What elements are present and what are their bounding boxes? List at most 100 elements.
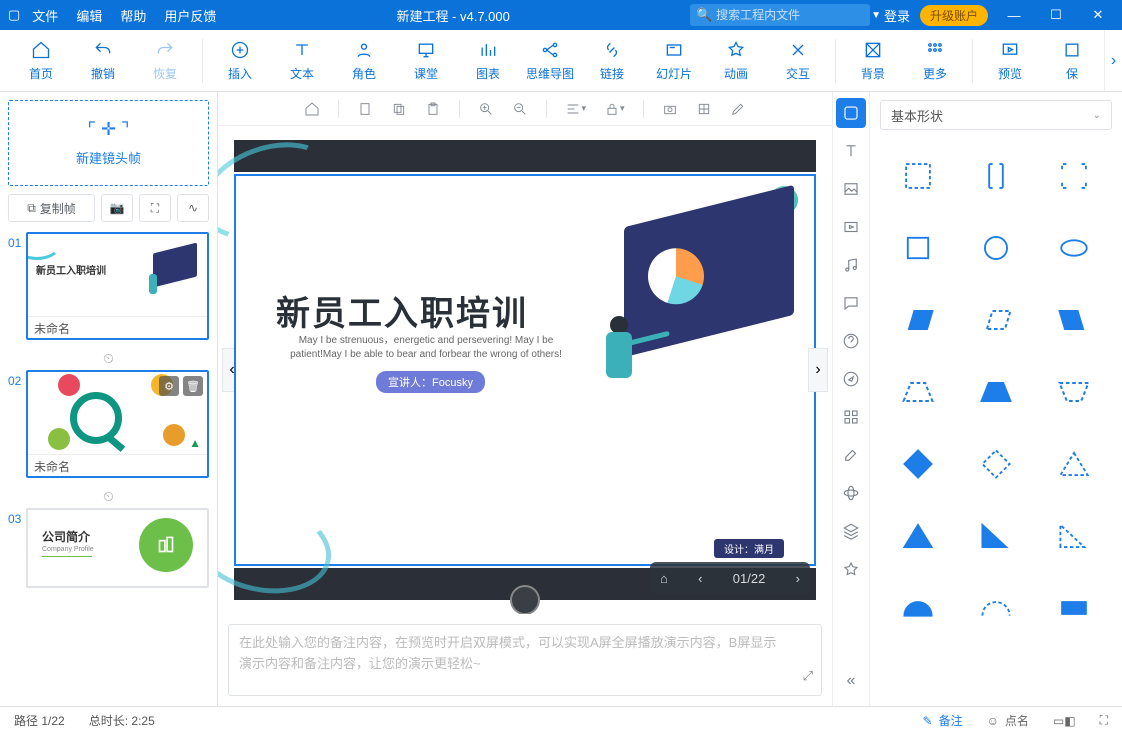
ribbon-scroll-right[interactable]: › xyxy=(1104,30,1122,91)
ribbon-save[interactable]: 保 xyxy=(1041,39,1103,82)
slide-thumb-1[interactable]: 新员工入职培训 未命名 xyxy=(26,232,209,340)
ribbon-slide[interactable]: 幻灯片 xyxy=(643,39,705,82)
shape-right-triangle[interactable] xyxy=(964,514,1028,558)
rail-help[interactable] xyxy=(836,326,866,356)
copy-icon[interactable] xyxy=(391,101,407,117)
slide-thumb-2[interactable]: ▲ ⚙ 🗑 未命名 xyxy=(26,370,209,478)
copy-frame-button[interactable]: ⧉复制帧 xyxy=(8,194,95,222)
shape-corners[interactable] xyxy=(1042,154,1106,198)
zoom-in-icon[interactable] xyxy=(478,101,494,117)
ribbon-home[interactable]: 首页 xyxy=(10,39,72,82)
thumb-delete-icon[interactable]: 🗑 xyxy=(183,376,203,396)
rail-video[interactable] xyxy=(836,212,866,242)
path-button[interactable]: ∿ xyxy=(177,194,209,222)
ribbon-more[interactable]: 更多 xyxy=(904,39,966,82)
rail-text[interactable] xyxy=(836,136,866,166)
ribbon-background[interactable]: 背景 xyxy=(842,39,904,82)
minimize-button[interactable]: — xyxy=(998,8,1030,23)
rail-image[interactable] xyxy=(836,174,866,204)
fit-button[interactable]: ⛶ xyxy=(139,194,171,222)
menu-help[interactable]: 帮助 xyxy=(120,6,146,25)
slide-subtitle[interactable]: May I be strenuous，energetic and perseve… xyxy=(286,334,566,362)
thumb-settings-icon[interactable]: ⚙ xyxy=(159,376,179,396)
ribbon-character[interactable]: 角色 xyxy=(333,39,395,82)
slide-timing-2[interactable]: ⏲ xyxy=(8,484,209,508)
slide-timing-1[interactable]: ⏲ xyxy=(8,346,209,370)
home-view-icon[interactable] xyxy=(304,101,320,117)
next-slide-button[interactable]: › xyxy=(808,348,828,392)
menu-feedback[interactable]: 用户反馈 xyxy=(164,6,216,25)
shape-triangle[interactable] xyxy=(886,514,950,558)
shape-circle[interactable] xyxy=(964,226,1028,270)
chevron-down-icon[interactable]: ▼ xyxy=(871,10,881,21)
shape-diamond[interactable] xyxy=(886,442,950,486)
menu-edit[interactable]: 编辑 xyxy=(76,6,102,25)
shape-brackets[interactable] xyxy=(964,154,1028,198)
login-link[interactable]: 登录 xyxy=(884,6,910,25)
menu-file[interactable]: 文件 xyxy=(32,6,58,25)
grid-icon[interactable] xyxy=(696,101,712,117)
shape-parallelogram[interactable] xyxy=(886,298,950,342)
rail-brush[interactable] xyxy=(836,440,866,470)
ribbon-undo[interactable]: 撤销 xyxy=(72,39,134,82)
rail-apps[interactable] xyxy=(836,402,866,432)
rail-compass[interactable] xyxy=(836,364,866,394)
status-fullscreen[interactable]: ⛶ xyxy=(1100,713,1108,728)
shape-block[interactable] xyxy=(1042,586,1106,630)
notes-area[interactable]: 在此处输入您的备注内容，在预览时开启双屏模式，可以实现A屏全屏播放演示内容，B屏… xyxy=(228,624,822,696)
page-icon[interactable] xyxy=(357,101,373,117)
search-box[interactable]: 🔍 ▼ xyxy=(690,4,870,26)
rail-layers[interactable] xyxy=(836,516,866,546)
align-icon[interactable]: ▾ xyxy=(565,101,586,117)
rail-comment[interactable] xyxy=(836,288,866,318)
ribbon-mindmap[interactable]: 思维导图 xyxy=(519,39,581,82)
ribbon-class[interactable]: 课堂 xyxy=(395,39,457,82)
rail-shapes[interactable] xyxy=(836,98,866,128)
status-timeline[interactable]: ▭◧ xyxy=(1053,714,1076,728)
canvas[interactable]: 新员工入职培训 May I be strenuous，energetic and… xyxy=(234,140,816,600)
shape-rect[interactable] xyxy=(886,226,950,270)
shapes-dropdown[interactable]: 基本形状 ⌄ xyxy=(880,100,1112,130)
slide-title[interactable]: 新员工入职培训 xyxy=(276,286,528,335)
path-handle[interactable] xyxy=(510,585,540,614)
ribbon-interact[interactable]: 交互 xyxy=(767,39,829,82)
shape-triangle-dashed[interactable] xyxy=(1042,442,1106,486)
edit-icon[interactable] xyxy=(730,101,746,117)
presenter-badge[interactable]: 宣讲人：Focusky xyxy=(376,371,485,393)
lock-icon[interactable]: ▾ xyxy=(604,101,625,117)
ribbon-animation[interactable]: 动画 xyxy=(705,39,767,82)
shape-select-rect[interactable] xyxy=(886,154,950,198)
shape-parallelogram-dashed[interactable] xyxy=(964,298,1028,342)
shape-arc[interactable] xyxy=(886,586,950,630)
search-input[interactable] xyxy=(716,8,871,22)
close-button[interactable]: ✕ xyxy=(1082,7,1114,23)
upgrade-button[interactable]: 升级账户 xyxy=(920,5,988,26)
shape-diamond-dashed[interactable] xyxy=(964,442,1028,486)
camera-icon[interactable] xyxy=(662,101,678,117)
expand-icon[interactable]: ⤢ xyxy=(803,666,813,687)
ribbon-insert[interactable]: 插入 xyxy=(209,39,271,82)
rail-collapse[interactable]: « xyxy=(836,666,866,696)
rail-favorite[interactable] xyxy=(836,554,866,584)
shape-trapezoid-inv[interactable] xyxy=(1042,370,1106,414)
shape-parallelogram-rev[interactable] xyxy=(1042,298,1106,342)
shape-arc-dashed[interactable] xyxy=(964,586,1028,630)
ribbon-link[interactable]: 链接 xyxy=(581,39,643,82)
ribbon-chart[interactable]: 图表 xyxy=(457,39,519,82)
ribbon-text[interactable]: 文本 xyxy=(271,39,333,82)
maximize-button[interactable]: ☐ xyxy=(1040,7,1072,23)
rollcall-button[interactable]: ☺点名 xyxy=(987,712,1029,729)
ribbon-redo[interactable]: 恢复 xyxy=(134,39,196,82)
paste-icon[interactable] xyxy=(425,101,441,117)
rail-atom[interactable] xyxy=(836,478,866,508)
notes-toggle[interactable]: ✎备注 xyxy=(923,712,963,729)
zoom-out-icon[interactable] xyxy=(512,101,528,117)
slide-thumb-3[interactable]: 公司简介 Company Profile xyxy=(26,508,209,588)
page-prev-icon[interactable]: ‹ xyxy=(698,571,702,586)
shape-trapezoid[interactable] xyxy=(964,370,1028,414)
rail-music[interactable] xyxy=(836,250,866,280)
shape-trapezoid-dashed[interactable] xyxy=(886,370,950,414)
new-frame-button[interactable]: ⌜ ✛ ⌝ 新建镜头帧 xyxy=(8,100,209,186)
page-home-icon[interactable]: ⌂ xyxy=(660,571,668,586)
shape-right-triangle-dashed[interactable] xyxy=(1042,514,1106,558)
